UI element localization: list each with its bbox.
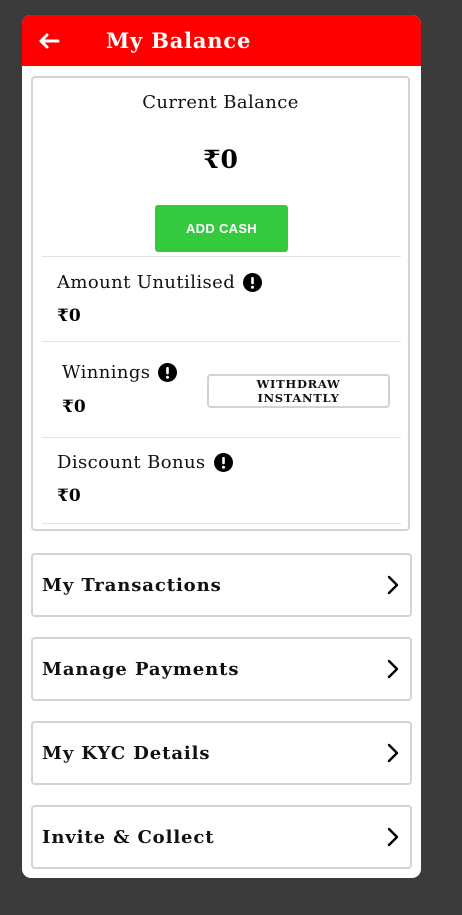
page-title: My Balance bbox=[106, 28, 252, 53]
discount-bonus-row: Discount Bonus bbox=[57, 452, 233, 473]
add-cash-button[interactable]: ADD CASH bbox=[155, 205, 288, 252]
current-balance-label: Current Balance bbox=[142, 92, 299, 113]
divider bbox=[42, 341, 401, 342]
info-icon[interactable] bbox=[243, 273, 263, 292]
info-icon[interactable] bbox=[158, 363, 178, 382]
discount-bonus-label: Discount Bonus bbox=[57, 452, 206, 473]
chevron-right-icon bbox=[386, 743, 400, 763]
discount-bonus-value: ₹0 bbox=[57, 486, 81, 506]
winnings-value: ₹0 bbox=[62, 397, 86, 417]
arrow-left-icon bbox=[39, 33, 60, 48]
winnings-row: Winnings bbox=[62, 362, 178, 383]
current-balance-amount: ₹0 bbox=[203, 145, 238, 174]
amount-unutilised-label: Amount Unutilised bbox=[57, 272, 236, 293]
menu-item-invite-collect[interactable]: Invite & Collect bbox=[31, 805, 412, 869]
menu-item-label: Manage Payments bbox=[42, 658, 240, 680]
divider bbox=[42, 523, 401, 524]
chevron-right-icon bbox=[386, 827, 400, 847]
back-button[interactable] bbox=[38, 15, 76, 66]
app-header: My Balance bbox=[22, 15, 421, 66]
winnings-label: Winnings bbox=[62, 362, 151, 383]
balance-panel: My Balance Current Balance ₹0 ADD CASH A… bbox=[22, 15, 421, 878]
menu-item-label: My KYC Details bbox=[42, 742, 211, 764]
menu-item-label: Invite & Collect bbox=[42, 826, 215, 848]
withdraw-instantly-button[interactable]: WITHDRAW INSTANTLY bbox=[207, 374, 390, 408]
menu-item-my-kyc-details[interactable]: My KYC Details bbox=[31, 721, 412, 785]
menu-item-manage-payments[interactable]: Manage Payments bbox=[31, 637, 412, 701]
divider bbox=[42, 256, 401, 257]
amount-unutilised-value: ₹0 bbox=[57, 306, 81, 326]
amount-unutilised-row: Amount Unutilised bbox=[57, 272, 263, 293]
menu-item-label: My Transactions bbox=[42, 574, 222, 596]
chevron-right-icon bbox=[386, 659, 400, 679]
chevron-right-icon bbox=[386, 575, 400, 595]
menu-item-my-transactions[interactable]: My Transactions bbox=[31, 553, 412, 617]
balance-card: Current Balance ₹0 ADD CASH Amount Unuti… bbox=[31, 76, 410, 531]
info-icon[interactable] bbox=[213, 453, 233, 472]
divider bbox=[42, 437, 401, 438]
